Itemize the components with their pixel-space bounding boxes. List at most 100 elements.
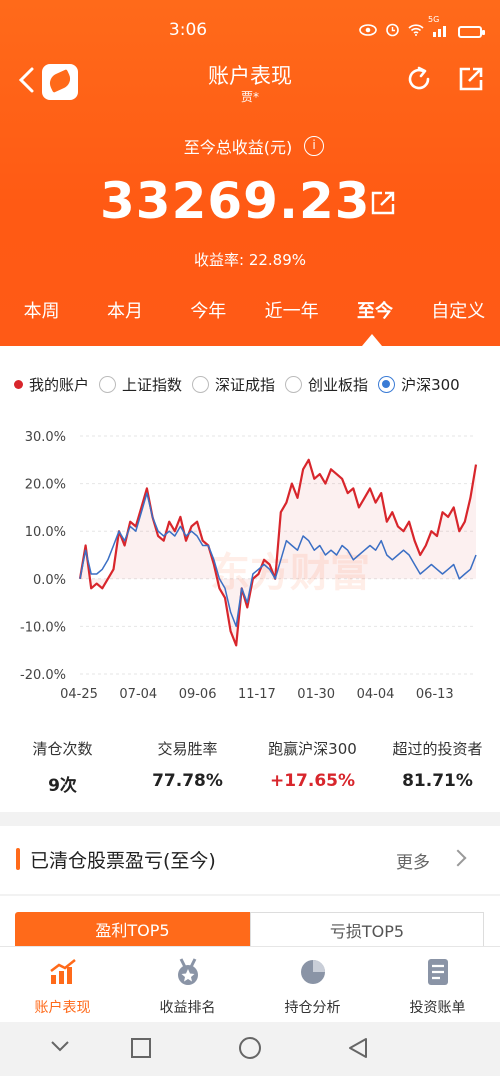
legend-option-sz[interactable]: 深证成指 [192,374,275,395]
tab-month[interactable]: 本月 [83,294,166,334]
network-type: 5G [428,14,440,24]
y-tick-label: -10.0% [20,620,66,635]
chart-up-icon [49,959,76,984]
return-rate: 收益率: 22.89% [0,249,500,270]
eye-icon [359,23,377,40]
section-title: 已清仓股票盈亏(至今) [30,850,216,872]
stat-label: 超过的投资者 [392,740,483,758]
nav-label: 收益排名 [159,1000,216,1016]
medal-icon [177,958,198,985]
performance-chart: 30.0% 20.0% 10.0% 0.0% -10.0% -20.0% 04-25 07-0… [20,430,478,702]
stat-beat-index: 跑赢沪深300 +17.65% [250,738,375,796]
x-tick-label: 07-04 [119,687,157,702]
legend-my-account-label: 我的账户 [29,376,90,394]
nav-label: 账户表现 [34,1000,91,1016]
stat-value: 9次 [48,776,77,796]
return-rate-label: 收益率: [193,251,245,269]
battery-icon [458,25,485,38]
stats-row: 清仓次数 9次 交易胜率 77.78% 跑赢沪深300 +17.65% 超过的投… [0,738,500,796]
tab-profit-top5[interactable]: 盈利TOP5 [15,912,250,950]
share-button[interactable] [456,64,486,94]
legend-option-label: 深证成指 [215,376,276,394]
nav-holding-analysis[interactable]: 持仓分析 [250,947,375,1022]
tab-year[interactable]: 今年 [167,294,250,334]
y-tick-label: 10.0% [25,525,66,540]
radio-button[interactable] [285,376,303,393]
y-tick-label: 20.0% [25,478,66,493]
y-tick-label: -20.0% [20,668,66,683]
total-profit-value: 33269.23 [100,172,371,230]
nav-investment-bill[interactable]: 投资账单 [375,947,500,1022]
pie-chart-icon [300,960,325,984]
stat-label: 清仓次数 [32,740,93,758]
profit-share-button[interactable] [368,188,398,218]
tab-to-date[interactable]: 至今 [333,294,416,334]
section-accent-bar [16,848,20,870]
stat-label: 交易胜率 [157,740,218,758]
my-account-dot [14,380,23,389]
legend-option-label: 创业板指 [308,376,369,394]
signal-icon: 5G [428,15,450,41]
tab-week[interactable]: 本周 [0,294,83,334]
status-icons: 5G [359,15,485,41]
home-button[interactable] [239,1037,261,1059]
stat-value: +17.65% [269,771,356,791]
nav-profit-ranking[interactable]: 收益排名 [125,947,250,1022]
radio-button[interactable] [192,376,210,393]
legend-option-label: 上证指数 [122,376,183,394]
info-icon[interactable]: i [304,136,324,156]
stat-beat-investors: 超过的投资者 81.71% [375,738,500,796]
nav-account-performance[interactable]: 账户表现 [0,947,125,1022]
bill-icon [427,959,448,985]
header: 3:06 5G 账户表现 贾* 至今总收益(元) i 33269.23 收益率:… [0,0,500,346]
x-tick-label: 09-06 [179,687,217,702]
x-tick-label: 01-30 [297,687,335,702]
legend-my-account: 我的账户 [14,374,89,395]
return-rate-value: 22.89% [248,251,307,269]
stat-clear-count: 清仓次数 9次 [0,738,125,796]
nav-label: 投资账单 [409,1000,466,1016]
x-tick-label: 11-17 [238,687,276,702]
chevron-right-icon[interactable] [449,849,467,867]
share-icon [459,67,483,91]
stat-label: 跑赢沪深300 [268,740,357,758]
total-profit-label: 至今总收益(元) [183,138,293,157]
back-nav-button[interactable] [349,1038,367,1058]
refresh-button[interactable] [404,64,434,94]
y-tick-label: 30.0% [25,430,66,445]
radio-button-selected[interactable] [378,376,396,393]
x-tick-label: 04-25 [60,687,98,702]
period-tabs: 本周 本月 今年 近一年 至今 自定义 [0,294,500,334]
cleared-stocks-section: 已清仓股票盈亏(至今) 更多 [0,826,500,894]
active-tab-indicator [362,334,382,346]
refresh-icon [408,66,430,90]
legend-option-sh[interactable]: 上证指数 [99,374,182,395]
status-time: 3:06 [168,20,208,40]
legend-option-hs300[interactable]: 沪深300 [378,374,460,395]
wifi-icon [408,23,424,40]
tab-custom[interactable]: 自定义 [417,294,500,334]
stat-value: 77.78% [152,771,223,791]
stat-value: 81.71% [402,771,473,791]
more-link[interactable]: 更多 [396,848,430,873]
chart-legend: 我的账户 上证指数 深证成指 创业板指 沪深300 [14,374,460,395]
x-tick-label: 06-13 [416,687,454,702]
bottom-nav: 账户表现 收益排名 持仓分析 投资账单 [0,946,500,1022]
chevron-down-icon[interactable] [51,1041,69,1052]
tab-loss-top5[interactable]: 亏损TOP5 [250,912,484,950]
nav-label: 持仓分析 [284,1000,341,1016]
radio-button[interactable] [99,376,117,393]
status-bar: 3:06 5G [0,0,500,60]
stat-win-rate: 交易胜率 77.78% [125,738,250,796]
top-nav: 账户表现 贾* [0,58,500,106]
x-tick-label: 04-04 [357,687,395,702]
share-icon [371,191,395,215]
y-tick-label: 0.0% [33,573,66,588]
legend-option-label: 沪深300 [401,376,460,394]
alarm-icon [385,22,400,41]
tab-last-year[interactable]: 近一年 [250,294,333,334]
legend-option-cyb[interactable]: 创业板指 [285,374,368,395]
system-nav-bar [0,1022,500,1076]
recent-apps-button[interactable] [131,1038,151,1058]
chart-card: 我的账户 上证指数 深证成指 创业板指 沪深300 30.0% 20.0% 10.0… [0,346,500,812]
